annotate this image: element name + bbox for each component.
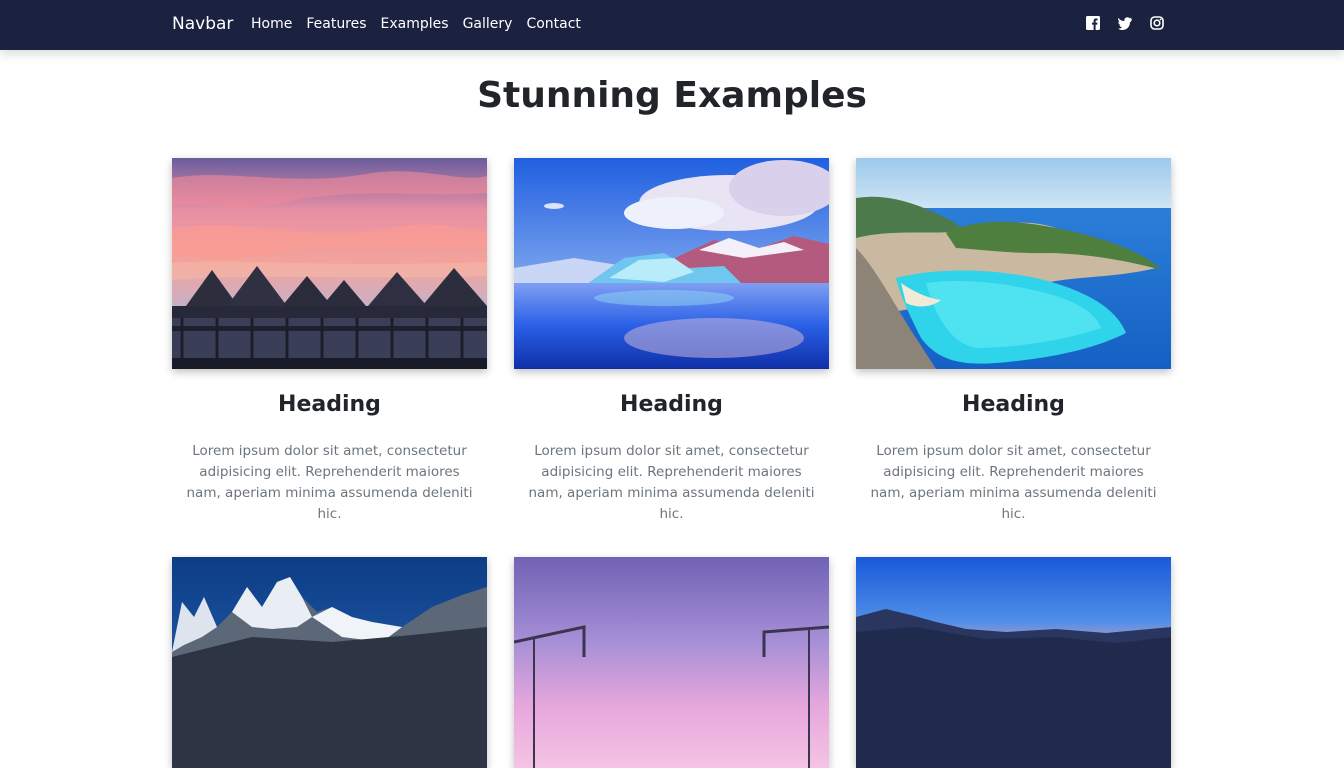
example-card: [514, 557, 829, 768]
navbar-brand[interactable]: Navbar: [172, 13, 233, 35]
example-card: [172, 557, 487, 768]
card-heading: Heading: [620, 392, 723, 417]
turquoise-cove-image: [856, 158, 1171, 369]
facebook-icon[interactable]: [1086, 16, 1100, 30]
example-card: Heading Lorem ipsum dolor sit amet, cons…: [514, 158, 829, 525]
card-heading: Heading: [962, 392, 1065, 417]
nav-link-home[interactable]: Home: [251, 15, 292, 33]
social-links: [1086, 16, 1164, 30]
mountain-valley-image: [856, 557, 1171, 768]
card-text: Lorem ipsum dolor sit amet, consectetur …: [528, 443, 815, 522]
page-title: Stunning Examples: [477, 75, 867, 116]
instagram-icon[interactable]: [1150, 16, 1164, 30]
snowy-mountains-image: [172, 557, 487, 768]
twitter-icon[interactable]: [1118, 16, 1132, 30]
nav-links: Home Features Examples Gallery Contact: [251, 15, 581, 33]
example-card: [856, 557, 1171, 768]
iceberg-lake-image: [514, 158, 829, 369]
example-card: Heading Lorem ipsum dolor sit amet, cons…: [172, 158, 487, 525]
example-card: Heading Lorem ipsum dolor sit amet, cons…: [856, 158, 1171, 525]
card-text: Lorem ipsum dolor sit amet, consectetur …: [870, 443, 1157, 522]
card-heading: Heading: [278, 392, 381, 417]
purple-sky-bridge-image: [514, 557, 829, 768]
overwater-bungalows-image: [172, 158, 487, 369]
card-text: Lorem ipsum dolor sit amet, consectetur …: [186, 443, 473, 522]
nav-link-features[interactable]: Features: [306, 15, 366, 33]
nav-link-contact[interactable]: Contact: [526, 15, 580, 33]
nav-link-examples[interactable]: Examples: [381, 15, 449, 33]
nav-link-gallery[interactable]: Gallery: [463, 15, 513, 33]
navbar: Navbar Home Features Examples Gallery Co…: [0, 0, 1344, 50]
